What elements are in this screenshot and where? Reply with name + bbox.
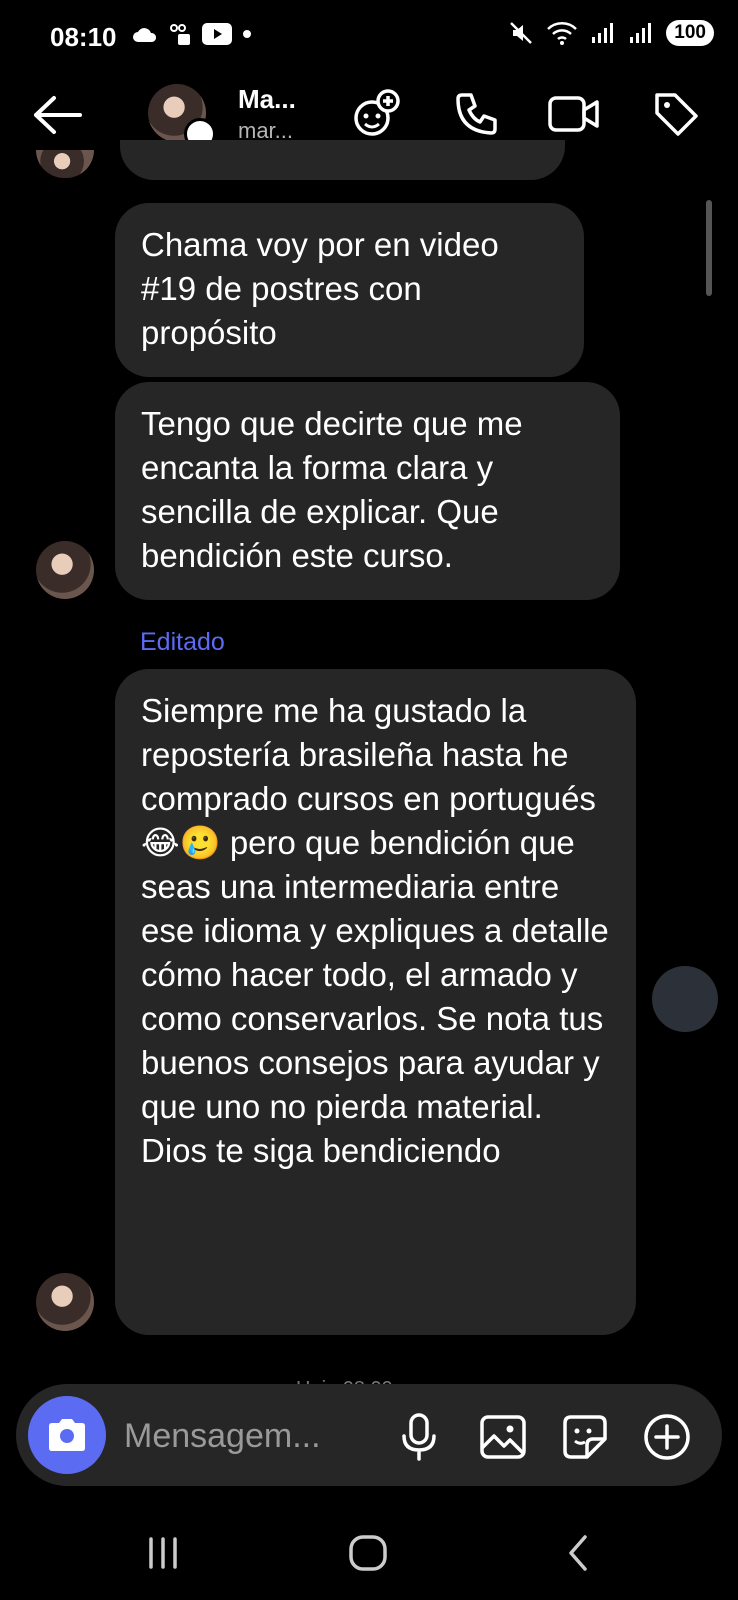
message-input[interactable] <box>122 1410 386 1462</box>
cloud-icon <box>133 28 157 42</box>
voice-message-button[interactable] <box>392 1410 446 1464</box>
sticker-icon <box>563 1415 607 1459</box>
status-time: 08:10 <box>50 22 117 52</box>
edited-label: Editado <box>140 628 225 656</box>
nav-back-button[interactable] <box>548 1528 608 1578</box>
video-call-button[interactable] <box>546 86 602 142</box>
previous-sender-avatar <box>36 150 94 178</box>
sparkle-face-icon <box>354 89 400 136</box>
video-camera-icon <box>548 96 599 132</box>
home-button[interactable] <box>338 1528 398 1578</box>
home-icon <box>349 1535 387 1571</box>
youtube-icon <box>202 23 232 45</box>
status-left-icons <box>132 22 252 46</box>
wifi-icon <box>547 22 578 45</box>
signal-icon-2 <box>630 23 652 43</box>
phone-icon <box>456 93 497 135</box>
image-icon <box>480 1415 526 1459</box>
recent-apps-button[interactable] <box>133 1528 193 1578</box>
sticker-button[interactable] <box>558 1410 612 1464</box>
back-button[interactable] <box>30 90 86 140</box>
message-text: Chama voy por en video #19 de postres co… <box>141 226 499 351</box>
microphone-icon <box>402 1413 436 1461</box>
sender-avatar[interactable] <box>36 1273 94 1331</box>
message-bubble[interactable]: Tengo que decirte que me encanta la form… <box>115 382 620 600</box>
chevron-left-icon <box>569 1535 587 1571</box>
gallery-button[interactable] <box>476 1410 530 1464</box>
contact-name[interactable]: Ma... <box>238 84 296 115</box>
signal-icon-1 <box>592 23 614 43</box>
back-arrow-icon <box>34 96 82 134</box>
message-text: Siempre me ha gustado la repostería bras… <box>141 692 609 1169</box>
message-text: Tengo que decirte que me encanta la form… <box>141 405 523 574</box>
message-bubble[interactable]: Siempre me ha gustado la repostería bras… <box>115 669 636 1335</box>
tag-icon <box>655 93 698 136</box>
camera-button[interactable] <box>28 1396 106 1474</box>
message-bubble[interactable]: Chama voy por en video #19 de postres co… <box>115 203 584 377</box>
tag-button[interactable] <box>648 86 704 142</box>
effects-button[interactable] <box>348 86 404 142</box>
recent-apps-icon <box>149 1537 177 1569</box>
mute-icon <box>510 22 533 44</box>
previous-message-bubble[interactable] <box>120 140 565 180</box>
battery-indicator: 100 <box>666 20 714 46</box>
wallet-icon <box>170 24 190 45</box>
sender-avatar[interactable] <box>36 541 94 599</box>
voice-call-button[interactable] <box>448 86 504 142</box>
camera-icon <box>49 1419 85 1451</box>
scrollbar[interactable] <box>706 200 712 296</box>
notification-dot-icon <box>243 30 251 38</box>
floating-action-circle[interactable] <box>652 966 718 1032</box>
plus-circle-icon <box>644 1414 690 1460</box>
more-options-button[interactable] <box>640 1410 694 1464</box>
status-right-icons: 100 <box>508 20 714 46</box>
